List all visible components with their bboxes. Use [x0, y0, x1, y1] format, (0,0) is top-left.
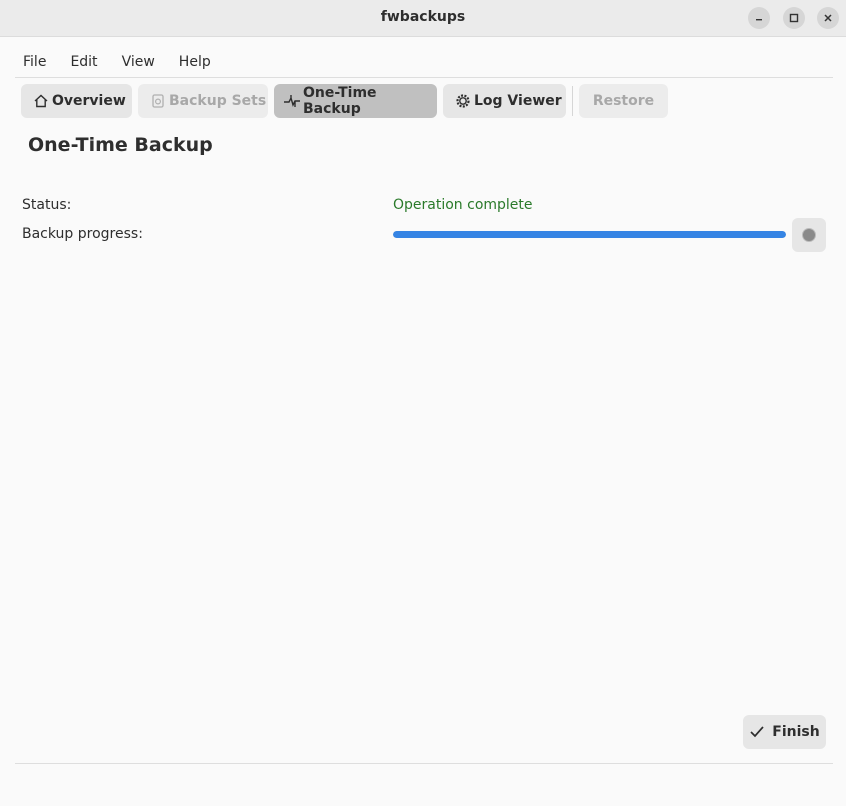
close-icon [824, 14, 832, 22]
maximize-icon [789, 13, 799, 23]
menu-help[interactable]: Help [171, 54, 211, 76]
finish-label: Finish [772, 724, 820, 740]
menu-edit[interactable]: Edit [62, 54, 97, 76]
menu-divider [15, 77, 833, 78]
backup-progress-bar [393, 231, 786, 238]
restore-button[interactable]: Restore [579, 84, 668, 118]
status-value: Operation complete [393, 197, 533, 213]
bottom-divider [15, 763, 833, 764]
finish-button[interactable]: Finish [743, 715, 826, 749]
gear-icon [454, 92, 472, 110]
backup-progress-label: Backup progress: [22, 226, 143, 242]
progress-fill [393, 231, 786, 238]
overview-label: Overview [52, 93, 126, 109]
backup-sets-button[interactable]: Backup Sets [138, 84, 268, 118]
restore-label: Restore [592, 93, 655, 109]
minimize-button[interactable] [748, 7, 770, 29]
window-title: fwbackups [380, 9, 466, 25]
one-time-backup-icon [283, 92, 301, 110]
home-icon [32, 92, 50, 110]
minimize-icon [756, 19, 762, 21]
toolbar-separator [572, 86, 573, 116]
page-title: One-Time Backup [28, 134, 213, 156]
backup-sets-icon [149, 92, 167, 110]
status-label: Status: [22, 197, 72, 213]
menu-file[interactable]: File [15, 54, 46, 76]
close-button[interactable] [817, 7, 839, 29]
stop-icon [802, 228, 816, 242]
menu-bar: File Edit View Help [15, 54, 227, 76]
menu-view[interactable]: View [114, 54, 155, 76]
one-time-backup-label: One-Time Backup [303, 85, 377, 117]
log-viewer-button[interactable]: Log Viewer [443, 84, 566, 118]
maximize-button[interactable] [783, 7, 805, 29]
one-time-backup-button[interactable]: One-Time Backup [274, 84, 437, 118]
log-viewer-label: Log Viewer [474, 93, 562, 109]
overview-button[interactable]: Overview [21, 84, 132, 118]
checkmark-icon [750, 726, 764, 738]
stop-button[interactable] [792, 218, 826, 252]
title-bar: fwbackups [0, 0, 846, 37]
backup-sets-label: Backup Sets [169, 93, 267, 109]
